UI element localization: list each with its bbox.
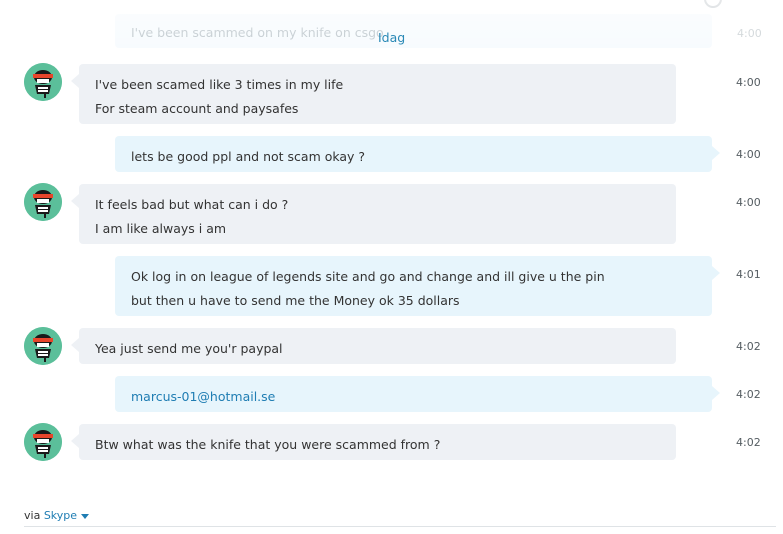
chat-window: I've been scammed on my knife on csgo 4:…	[0, 0, 783, 534]
message-line: lets be good ppl and not scam okay ?	[131, 149, 366, 164]
message-bubble-incoming[interactable]: Btw what was the knife that you were sca…	[71, 424, 676, 460]
message-line: I am like always i am	[95, 221, 227, 236]
ninja-avatar-icon	[24, 183, 62, 221]
message-line: but then u have to send me the Money ok …	[131, 293, 460, 308]
message-line: Yea just send me you'r paypal	[95, 341, 283, 356]
avatar[interactable]	[24, 423, 62, 461]
message-bubble-outgoing[interactable]: lets be good ppl and not scam okay ?	[115, 136, 720, 172]
message-timestamp: 4:01	[736, 268, 761, 281]
ninja-avatar-icon	[24, 327, 62, 365]
message-bubble-incoming[interactable]: I've been scamed like 3 times in my life…	[71, 64, 676, 124]
message-timestamp: 4:00	[736, 76, 761, 89]
avatar[interactable]	[24, 183, 62, 221]
faded-message-text: I've been scammed on my knife on csgo	[131, 25, 384, 40]
message-bubble-incoming[interactable]: It feels bad but what can i do ? I am li…	[71, 184, 676, 244]
message-bubble-outgoing[interactable]: marcus-01@hotmail.se	[115, 376, 720, 412]
date-divider: Idag	[378, 30, 406, 45]
message-timestamp: 4:02	[736, 388, 761, 401]
message-bubble-incoming[interactable]: Yea just send me you'r paypal	[71, 328, 676, 364]
ninja-avatar-icon	[24, 63, 62, 101]
message-timestamp: 4:00	[736, 196, 761, 209]
message-line: I've been scamed like 3 times in my life	[95, 77, 344, 92]
skype-label: Skype	[43, 509, 78, 522]
avatar[interactable]	[24, 63, 62, 101]
message-timestamp: 4:02	[736, 340, 761, 353]
message-line: It feels bad but what can i do ?	[95, 197, 289, 212]
via-skype-footer: via Skype	[24, 509, 90, 522]
faded-message-time: 4:00	[737, 27, 762, 40]
status-circle-icon[interactable]	[704, 0, 722, 8]
skype-dropdown[interactable]: Skype	[43, 509, 90, 522]
message-timestamp: 4:00	[736, 148, 761, 161]
message-bubble-outgoing[interactable]: Ok log in on league of legends site and …	[115, 256, 720, 316]
via-label: via	[24, 509, 41, 522]
message-line: Btw what was the knife that you were sca…	[95, 437, 441, 452]
chevron-down-icon	[81, 513, 90, 519]
email-link[interactable]: marcus-01@hotmail.se	[131, 385, 696, 409]
message-line: Ok log in on league of legends site and …	[131, 269, 605, 284]
ninja-avatar-icon	[24, 423, 62, 461]
footer-divider	[24, 526, 776, 527]
message-line: For steam account and paysafes	[95, 101, 299, 116]
avatar[interactable]	[24, 327, 62, 365]
message-timestamp: 4:02	[736, 436, 761, 449]
